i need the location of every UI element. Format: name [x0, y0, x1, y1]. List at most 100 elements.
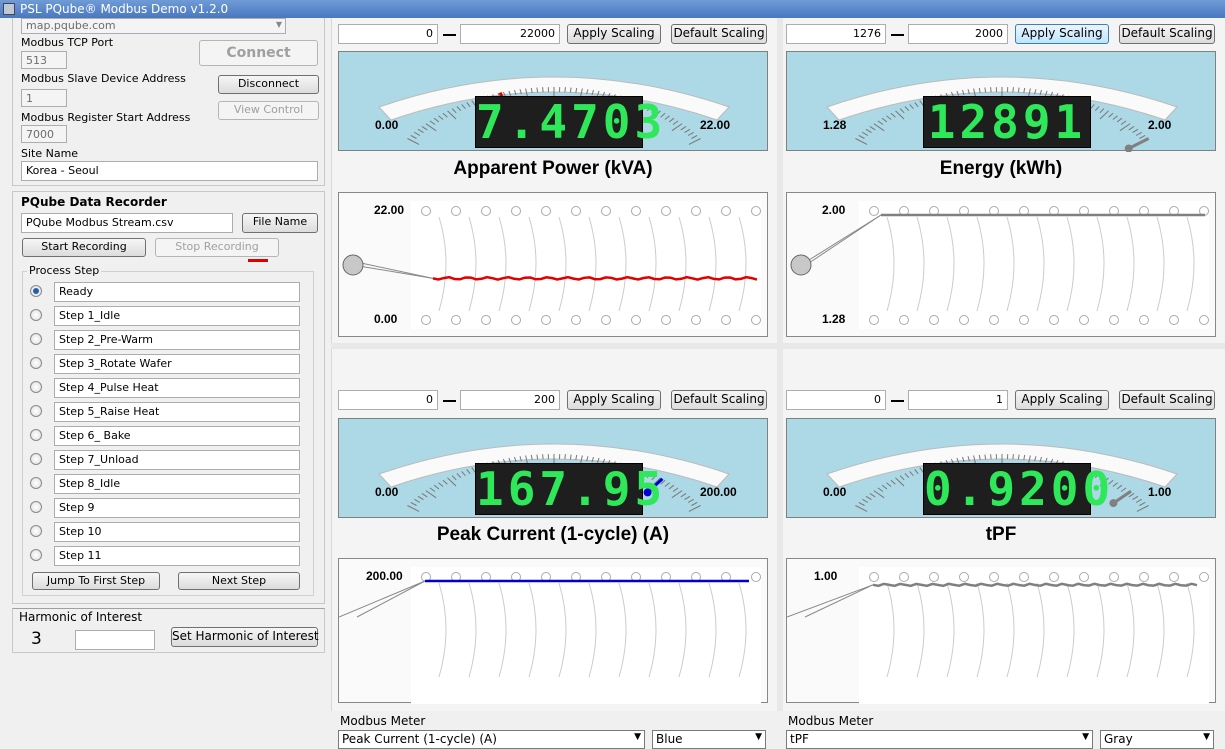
scale-max-field[interactable]: 200: [460, 390, 560, 410]
step-radio[interactable]: [30, 381, 42, 393]
digital-readout: 12891: [923, 96, 1091, 148]
step-radio[interactable]: [30, 309, 42, 321]
connect-button[interactable]: Connect: [199, 40, 318, 66]
range-dash: [891, 34, 904, 36]
default-scaling-button[interactable]: Default Scaling: [671, 390, 767, 410]
default-scaling-button[interactable]: Default Scaling: [671, 24, 767, 44]
register-start-field[interactable]: 7000: [21, 125, 67, 143]
app-title: PSL PQube® Modbus Demo v1.2.0: [20, 2, 228, 16]
parameter-select-value: Peak Current (1-cycle) (A): [342, 732, 497, 746]
host-value: map.pqube.com: [26, 19, 116, 32]
harmonic-title: Harmonic of Interest: [19, 610, 142, 624]
digital-readout: 167.95: [475, 463, 643, 515]
tcp-port-label: Modbus TCP Port: [21, 36, 113, 49]
recorder-title: PQube Data Recorder: [21, 195, 167, 209]
step-field[interactable]: Step 1_Idle: [54, 306, 300, 326]
apply-scaling-button[interactable]: Apply Scaling: [567, 24, 661, 44]
color-select-value: Gray: [1104, 732, 1133, 746]
gauge-min-label: 0.00: [823, 485, 846, 499]
jump-to-first-step-button[interactable]: Jump To First Step: [32, 572, 160, 590]
step-field[interactable]: Step 3_Rotate Wafer: [54, 354, 300, 374]
color-select[interactable]: Blue▼: [652, 730, 766, 749]
parameter-select[interactable]: Peak Current (1-cycle) (A) ▼: [338, 730, 645, 749]
trend-plot: [787, 559, 1217, 704]
step-field[interactable]: Step 7_Unload: [54, 450, 300, 470]
step-radio[interactable]: [30, 549, 42, 561]
process-step-title: Process Step: [27, 264, 101, 277]
step-radio[interactable]: [30, 357, 42, 369]
default-scaling-button[interactable]: Default Scaling: [1119, 24, 1215, 44]
view-control-button[interactable]: View Control: [218, 101, 319, 120]
gauge-min-label: 0.00: [375, 485, 398, 499]
chevron-down-icon: ▼: [634, 732, 641, 742]
step-field[interactable]: Step 6_ Bake: [54, 426, 300, 446]
recording-indicator: [248, 259, 268, 262]
site-name-label: Site Name: [21, 147, 78, 160]
step-field[interactable]: Ready: [54, 282, 300, 302]
gauge-min-label: 0.00: [375, 118, 398, 132]
trend-plot: [787, 193, 1217, 338]
meters-divider: [777, 18, 783, 711]
next-step-button[interactable]: Next Step: [178, 572, 300, 590]
step-field[interactable]: Step 4_Pulse Heat: [54, 378, 300, 398]
stop-recording-button[interactable]: Stop Recording: [155, 238, 279, 257]
range-dash: [443, 400, 456, 402]
step-field[interactable]: Step 8_Idle: [54, 474, 300, 494]
gauge-max-label: 2.00: [1148, 118, 1171, 132]
scale-min-field[interactable]: 0: [786, 390, 886, 410]
apply-scaling-button[interactable]: Apply Scaling: [1015, 24, 1109, 44]
chart-max-label: 200.00: [366, 569, 403, 583]
parameter-select[interactable]: tPF▼: [786, 730, 1093, 749]
step-radio[interactable]: [30, 453, 42, 465]
range-dash: [443, 34, 456, 36]
step-field[interactable]: Step 2_Pre-Warm: [54, 330, 300, 350]
host-combo[interactable]: map.pqube.com ▼: [21, 18, 286, 34]
scale-min-field[interactable]: 0: [338, 390, 438, 410]
parameter-select-value: tPF: [790, 732, 809, 746]
slave-address-label: Modbus Slave Device Address: [21, 72, 186, 85]
set-harmonic-button[interactable]: Set Harmonic of Interest: [171, 627, 318, 647]
gauge-max-label: 1.00: [1148, 485, 1171, 499]
step-field[interactable]: Step 5_Raise Heat: [54, 402, 300, 422]
step-radio[interactable]: [30, 501, 42, 513]
chevron-down-icon: ▼: [1203, 732, 1210, 742]
scale-max-field[interactable]: 22000: [460, 24, 560, 44]
step-radio[interactable]: [30, 429, 42, 441]
meters-divider-h: [331, 343, 1225, 349]
gauge-max-label: 22.00: [700, 118, 730, 132]
start-recording-button[interactable]: Start Recording: [22, 238, 146, 257]
modbus-meter-label: Modbus Meter: [340, 714, 425, 728]
harmonic-input[interactable]: [75, 630, 155, 650]
site-name-field[interactable]: Korea - Seoul: [21, 161, 318, 181]
trend-plot: [339, 559, 769, 704]
scale-min-field[interactable]: 1276: [786, 24, 886, 44]
tcp-port-field[interactable]: 513: [21, 51, 67, 69]
scale-min-field[interactable]: 0: [338, 24, 438, 44]
apply-scaling-button[interactable]: Apply Scaling: [1015, 390, 1109, 410]
chart-min-label: 0.00: [374, 312, 397, 326]
disconnect-button[interactable]: Disconnect: [218, 75, 319, 94]
step-radio[interactable]: [30, 285, 42, 297]
harmonic-value: 3: [31, 629, 42, 649]
default-scaling-button[interactable]: Default Scaling: [1119, 390, 1215, 410]
range-dash: [891, 400, 904, 402]
step-field[interactable]: Step 10: [54, 522, 300, 542]
scale-max-field[interactable]: 1: [908, 390, 1008, 410]
step-radio[interactable]: [30, 525, 42, 537]
step-field[interactable]: Step 9: [54, 498, 300, 518]
chart-min-label: 1.28: [822, 312, 845, 326]
slave-address-field[interactable]: 1: [21, 89, 67, 107]
recording-file-field[interactable]: PQube Modbus Stream.csv: [21, 213, 233, 233]
file-name-button[interactable]: File Name: [242, 213, 318, 233]
step-radio[interactable]: [30, 405, 42, 417]
step-radio[interactable]: [30, 477, 42, 489]
apply-scaling-button[interactable]: Apply Scaling: [567, 390, 661, 410]
chart-max-label: 22.00: [374, 203, 404, 217]
modbus-meter-label: Modbus Meter: [788, 714, 873, 728]
step-field[interactable]: Step 11: [54, 546, 300, 566]
scale-max-field[interactable]: 2000: [908, 24, 1008, 44]
step-radio[interactable]: [30, 333, 42, 345]
color-select[interactable]: Gray ▼: [1100, 730, 1214, 749]
color-select-value: Blue: [656, 732, 683, 746]
register-start-label: Modbus Register Start Address: [21, 111, 190, 124]
